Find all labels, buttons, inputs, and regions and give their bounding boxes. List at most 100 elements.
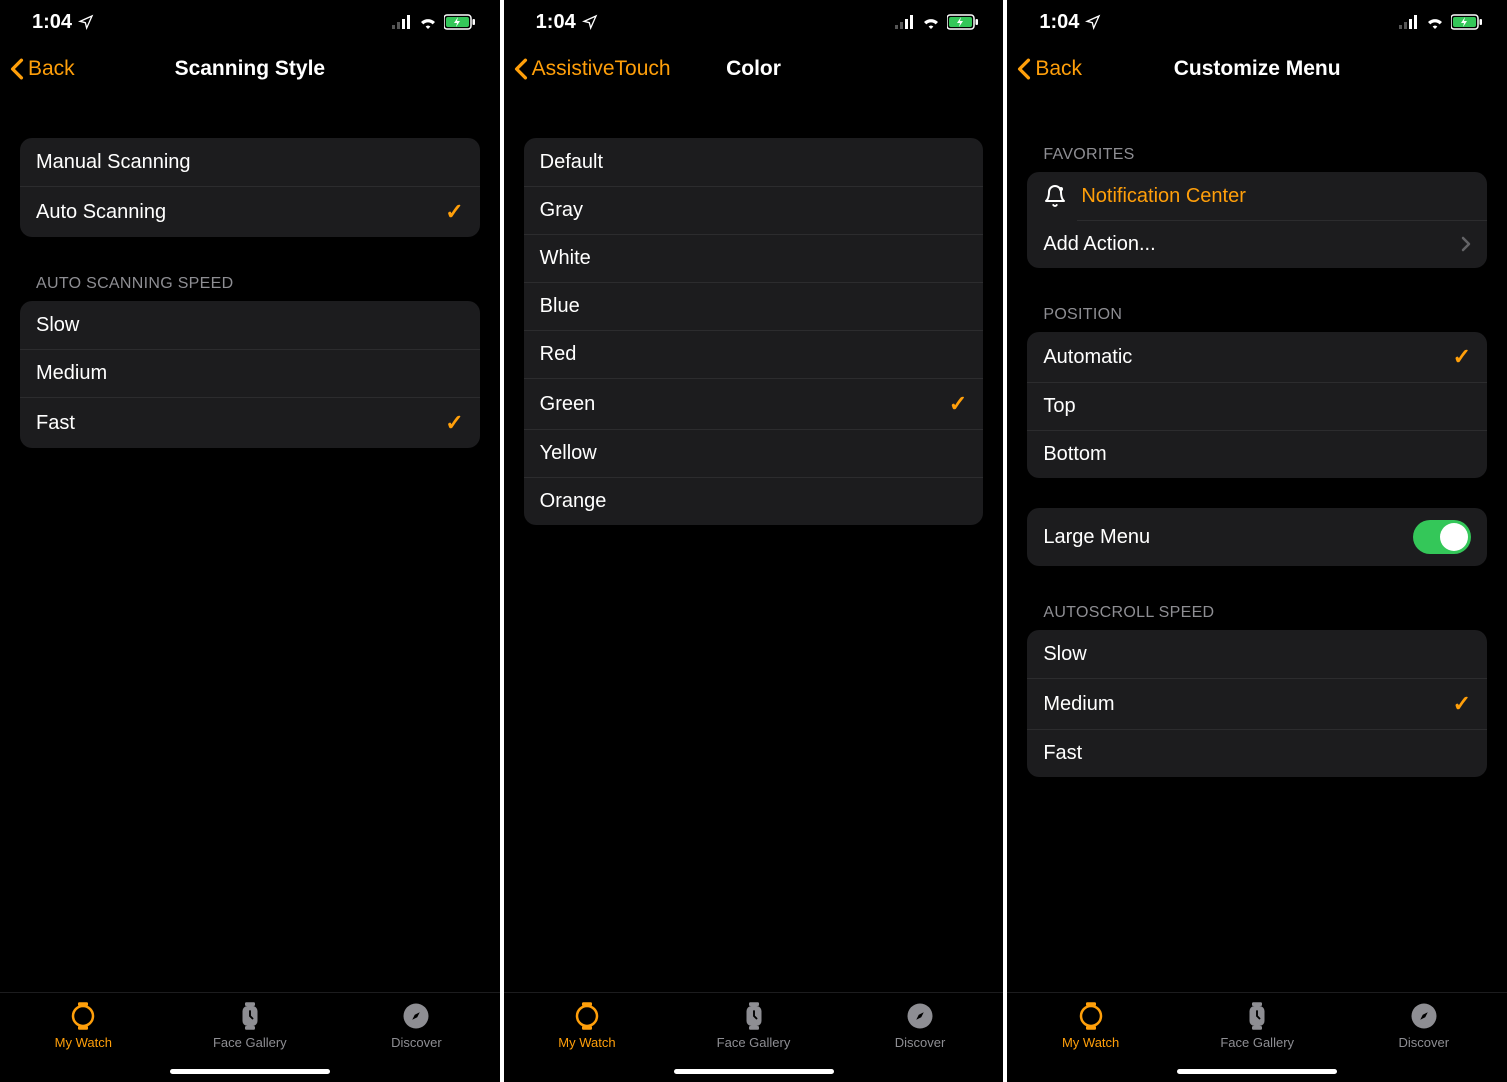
row-label: Gray: [540, 199, 968, 222]
back-label: Back: [1035, 57, 1082, 81]
tab-label: Discover: [391, 1035, 442, 1050]
checkmark-icon: ✓: [949, 391, 967, 417]
tab-label: My Watch: [1062, 1035, 1119, 1050]
compass-icon: [905, 1001, 935, 1031]
row-autoscroll-fast[interactable]: Fast: [1027, 729, 1487, 777]
chevron-left-icon: [514, 58, 528, 80]
section-header-speed: Auto Scanning Speed: [20, 267, 480, 301]
row-label: Auto Scanning: [36, 201, 445, 224]
row-label: Default: [540, 151, 968, 174]
row-label: Fast: [1043, 742, 1471, 765]
tab-my-watch[interactable]: My Watch: [0, 993, 167, 1082]
row-label: Slow: [36, 314, 464, 337]
nav-bar: Back Scanning Style: [0, 44, 500, 94]
row-color-green[interactable]: Green✓: [524, 378, 984, 429]
location-icon: [78, 14, 94, 30]
status-bar: 1:04: [504, 0, 1004, 44]
tab-label: Discover: [895, 1035, 946, 1050]
chevron-right-icon: [1461, 236, 1471, 252]
status-right: [1399, 14, 1483, 30]
status-time: 1:04: [536, 11, 576, 34]
row-color-white[interactable]: White: [524, 234, 984, 282]
checkmark-icon: ✓: [1453, 691, 1471, 717]
screen-color: 1:04 AssistiveTouch Color Default Gray W…: [504, 0, 1004, 1082]
tab-discover[interactable]: Discover: [1340, 993, 1507, 1082]
row-label: Medium: [1043, 693, 1452, 716]
tab-discover[interactable]: Discover: [837, 993, 1004, 1082]
status-right: [895, 14, 979, 30]
row-speed-medium[interactable]: Medium: [20, 349, 480, 397]
row-auto-scanning[interactable]: Auto Scanning ✓: [20, 186, 480, 237]
screen-customize-menu: 1:04 Back Customize Menu Favorites Notif…: [1007, 0, 1507, 1082]
wifi-icon: [921, 15, 941, 29]
row-position-automatic[interactable]: Automatic✓: [1027, 332, 1487, 382]
tab-label: Face Gallery: [213, 1035, 287, 1050]
row-color-orange[interactable]: Orange: [524, 477, 984, 525]
back-label: AssistiveTouch: [532, 57, 671, 81]
row-label: Green: [540, 393, 949, 416]
row-label: Blue: [540, 295, 968, 318]
row-color-gray[interactable]: Gray: [524, 186, 984, 234]
cellular-icon: [1399, 15, 1419, 29]
row-add-action[interactable]: Add Action...: [1027, 220, 1487, 268]
tab-my-watch[interactable]: My Watch: [504, 993, 671, 1082]
row-speed-slow[interactable]: Slow: [20, 301, 480, 349]
row-color-red[interactable]: Red: [524, 330, 984, 378]
watch-icon: [1076, 1001, 1106, 1031]
row-color-default[interactable]: Default: [524, 138, 984, 186]
row-notification-center[interactable]: Notification Center: [1027, 172, 1487, 220]
tab-label: My Watch: [55, 1035, 112, 1050]
row-label: Fast: [36, 412, 445, 435]
section-header-autoscroll: Autoscroll Speed: [1027, 596, 1487, 630]
large-menu-toggle[interactable]: [1413, 520, 1471, 554]
nav-bar: AssistiveTouch Color: [504, 44, 1004, 94]
watch-face-icon: [235, 1001, 265, 1031]
home-indicator[interactable]: [170, 1069, 330, 1074]
row-position-bottom[interactable]: Bottom: [1027, 430, 1487, 478]
row-color-yellow[interactable]: Yellow: [524, 429, 984, 477]
tab-label: Face Gallery: [717, 1035, 791, 1050]
tab-discover[interactable]: Discover: [333, 993, 500, 1082]
checkmark-icon: ✓: [445, 199, 463, 225]
status-time: 1:04: [1039, 11, 1079, 34]
wifi-icon: [1425, 15, 1445, 29]
row-manual-scanning[interactable]: Manual Scanning: [20, 138, 480, 186]
row-label: Notification Center: [1081, 185, 1246, 208]
scanning-speed-group: Slow Medium Fast ✓: [20, 301, 480, 448]
back-label: Back: [28, 57, 75, 81]
status-bar: 1:04: [0, 0, 500, 44]
back-button[interactable]: AssistiveTouch: [514, 57, 671, 81]
row-label: Bottom: [1043, 443, 1471, 466]
row-autoscroll-medium[interactable]: Medium✓: [1027, 678, 1487, 729]
screen-scanning-style: 1:04 Back Scanning Style Manual Scanning…: [0, 0, 500, 1082]
row-speed-fast[interactable]: Fast ✓: [20, 397, 480, 448]
checkmark-icon: ✓: [445, 410, 463, 436]
row-large-menu[interactable]: Large Menu: [1027, 508, 1487, 566]
row-label: Manual Scanning: [36, 151, 464, 174]
back-button[interactable]: Back: [10, 57, 75, 81]
status-right: [392, 14, 476, 30]
row-label: Yellow: [540, 442, 968, 465]
row-color-blue[interactable]: Blue: [524, 282, 984, 330]
tab-my-watch[interactable]: My Watch: [1007, 993, 1174, 1082]
home-indicator[interactable]: [674, 1069, 834, 1074]
row-position-top[interactable]: Top: [1027, 382, 1487, 430]
favorites-group: Notification Center Add Action...: [1027, 172, 1487, 268]
row-autoscroll-slow[interactable]: Slow: [1027, 630, 1487, 678]
cellular-icon: [895, 15, 915, 29]
back-button[interactable]: Back: [1017, 57, 1082, 81]
chevron-left-icon: [10, 58, 24, 80]
status-bar: 1:04: [1007, 0, 1507, 44]
position-group: Automatic✓ Top Bottom: [1027, 332, 1487, 478]
status-time: 1:04: [32, 11, 72, 34]
section-header-position: Position: [1027, 298, 1487, 332]
tab-label: Discover: [1398, 1035, 1449, 1050]
watch-face-icon: [739, 1001, 769, 1031]
row-label: White: [540, 247, 968, 270]
checkmark-icon: ✓: [1453, 344, 1471, 370]
home-indicator[interactable]: [1177, 1069, 1337, 1074]
battery-charging-icon: [444, 14, 476, 30]
row-label: Top: [1043, 395, 1471, 418]
cellular-icon: [392, 15, 412, 29]
tab-label: Face Gallery: [1220, 1035, 1294, 1050]
